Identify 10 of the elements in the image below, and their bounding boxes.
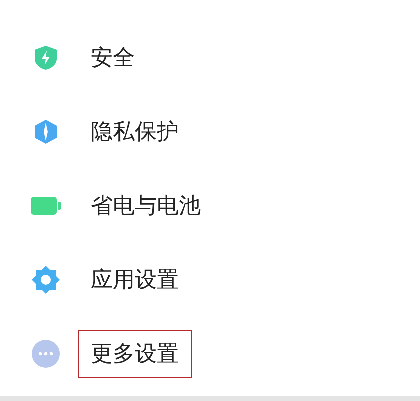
settings-item[interactable]: 应用设置 [78,256,192,304]
settings-item[interactable]: 省电与电池 [78,182,214,230]
privacy-icon [34,119,58,145]
shield-icon [34,45,58,71]
battery-icon [31,197,61,215]
settings-icon [32,266,60,294]
settings-item[interactable]: 安全 [78,34,148,82]
settings-item[interactable]: 隐私保护 [78,108,192,156]
settings-item[interactable]: 更多设置 [78,330,192,378]
more-icon [32,340,60,368]
